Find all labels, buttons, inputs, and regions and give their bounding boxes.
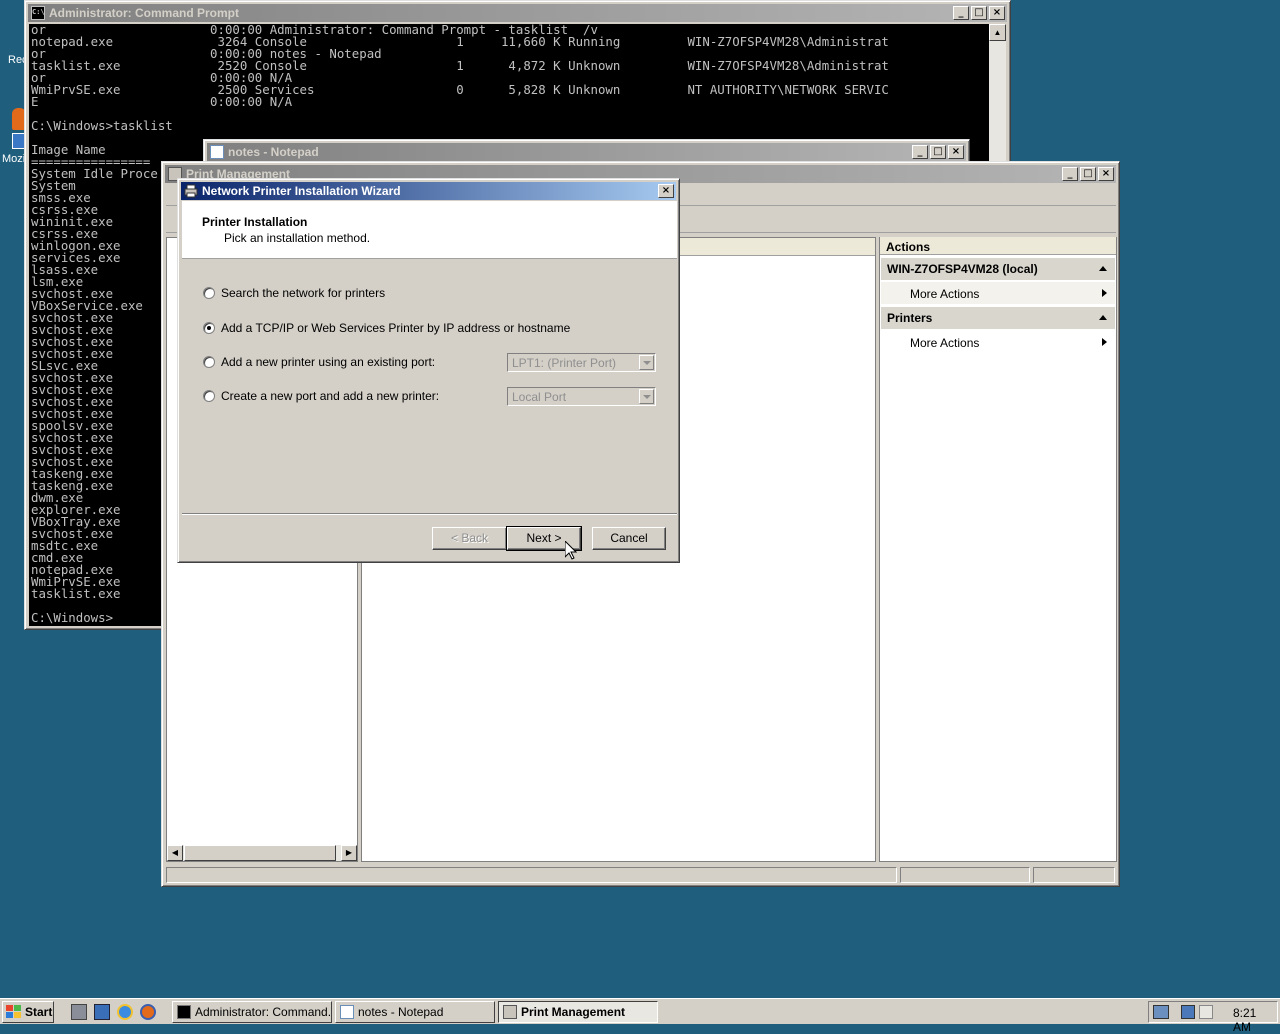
wizard-header: Printer Installation Pick an installatio…: [182, 201, 677, 259]
action-item-label: More Actions: [910, 287, 980, 301]
close-button[interactable]: ×: [1098, 167, 1114, 181]
notepad-title: notes - Notepad: [228, 145, 319, 159]
option-label: Add a new printer using an existing port…: [221, 355, 436, 369]
collapse-icon[interactable]: [1099, 266, 1107, 271]
scroll-left-button[interactable]: ◀: [167, 845, 183, 861]
cmd-titlebar[interactable]: C:\ Administrator: Command Prompt _ □ ×: [28, 4, 1007, 22]
mouse-cursor-icon: [565, 541, 577, 560]
windows-logo-icon: [6, 1005, 21, 1018]
chevron-down-icon[interactable]: [639, 389, 654, 404]
task-label: Print Management: [521, 1005, 626, 1019]
button-separator: [182, 513, 677, 515]
console-line: tasklist.exe: [31, 586, 121, 601]
network-connection-icon[interactable]: [1181, 1005, 1195, 1019]
printer-wizard-dialog[interactable]: Network Printer Installation Wizard × Pr…: [177, 178, 680, 563]
tree-hscrollbar[interactable]: ◀ ▶: [167, 845, 357, 861]
task-print-management[interactable]: Print Management: [498, 1001, 658, 1023]
console-line: E 0:00:00 N/A: [31, 94, 293, 109]
status-segment: [900, 867, 1030, 883]
system-tray: 8:21 AM: [1148, 1001, 1278, 1034]
maximize-button[interactable]: □: [930, 145, 946, 159]
wizard-heading: Printer Installation: [202, 215, 308, 229]
radio-button[interactable]: [203, 287, 215, 299]
option-search-network[interactable]: Search the network for printers: [203, 286, 385, 300]
wizard-title: Network Printer Installation Wizard: [202, 184, 401, 198]
action-more-actions-printers[interactable]: More Actions: [881, 331, 1115, 353]
clock[interactable]: 8:21 AM: [1233, 1006, 1277, 1034]
back-button[interactable]: < Back: [432, 527, 507, 550]
actions-header: Actions: [880, 237, 1116, 255]
action-more-actions-server[interactable]: More Actions: [881, 282, 1115, 304]
radio-button[interactable]: [203, 390, 215, 402]
select-value: Local Port: [512, 390, 567, 404]
submenu-arrow-icon: [1102, 338, 1107, 346]
network-icon[interactable]: [1153, 1005, 1169, 1019]
internet-explorer-icon[interactable]: [117, 1004, 133, 1020]
maximize-button[interactable]: □: [971, 6, 987, 20]
show-desktop-icon[interactable]: [94, 1004, 110, 1020]
action-section-label: WIN-Z7OFSP4VM28 (local): [887, 262, 1038, 276]
status-bar: [164, 865, 1117, 884]
action-section-printers[interactable]: Printers: [881, 307, 1115, 329]
close-button[interactable]: ×: [658, 184, 674, 198]
option-label: Add a TCP/IP or Web Services Printer by …: [221, 321, 571, 335]
notepad-titlebar[interactable]: notes - Notepad _ □ ×: [207, 143, 966, 161]
radio-button[interactable]: [203, 356, 215, 368]
option-existing-port[interactable]: Add a new printer using an existing port…: [203, 355, 435, 369]
cmd-title: Administrator: Command Prompt: [49, 6, 240, 20]
option-label: Search the network for printers: [221, 286, 386, 300]
wizard-subheading: Pick an installation method.: [224, 231, 371, 245]
minimize-button[interactable]: _: [912, 145, 928, 159]
start-label: Start: [25, 1005, 53, 1019]
collapse-icon[interactable]: [1099, 315, 1107, 320]
taskbar[interactable]: Start Administrator: Command... notes - …: [0, 998, 1280, 1034]
new-port-select[interactable]: Local Port: [507, 387, 656, 406]
task-label: notes - Notepad: [358, 1005, 444, 1019]
task-command-prompt[interactable]: Administrator: Command...: [172, 1001, 332, 1023]
minimize-button[interactable]: _: [953, 6, 969, 20]
maximize-button[interactable]: □: [1080, 167, 1096, 181]
status-segment: [1033, 867, 1115, 883]
printer-icon: [184, 184, 198, 198]
radio-button-selected[interactable]: [203, 322, 215, 334]
scroll-right-button[interactable]: ▶: [341, 845, 357, 861]
firefox-icon[interactable]: [140, 1004, 156, 1020]
scroll-up-button[interactable]: ▲: [989, 24, 1006, 41]
chevron-down-icon[interactable]: [639, 355, 654, 370]
task-label: Administrator: Command...: [195, 1005, 332, 1019]
task-notepad[interactable]: notes - Notepad: [335, 1001, 495, 1023]
server-manager-icon[interactable]: [71, 1004, 87, 1020]
notepad-icon: [340, 1005, 354, 1019]
wizard-titlebar[interactable]: Network Printer Installation Wizard ×: [181, 182, 676, 200]
close-button[interactable]: ×: [989, 6, 1005, 20]
action-section-label: Printers: [887, 311, 933, 325]
minimize-button[interactable]: _: [1062, 167, 1078, 181]
existing-port-select[interactable]: LPT1: (Printer Port): [507, 353, 656, 372]
select-value: LPT1: (Printer Port): [512, 356, 617, 370]
cancel-button[interactable]: Cancel: [592, 527, 666, 550]
action-section-server[interactable]: WIN-Z7OFSP4VM28 (local): [881, 258, 1115, 280]
option-label: Create a new port and add a new printer:: [221, 389, 440, 403]
console-line: C:\Windows>tasklist: [31, 118, 173, 133]
printer-icon: [503, 1005, 517, 1019]
start-button[interactable]: Start: [2, 1001, 54, 1023]
scroll-thumb[interactable]: [184, 845, 336, 861]
volume-icon[interactable]: [1199, 1005, 1213, 1019]
cmd-icon: C:\: [31, 6, 45, 20]
submenu-arrow-icon: [1102, 289, 1107, 297]
cmd-icon: [177, 1005, 191, 1019]
desktop-label-mozilla[interactable]: Mozi: [2, 153, 25, 165]
status-segment: [166, 867, 897, 883]
action-item-label: More Actions: [910, 336, 980, 350]
close-button[interactable]: ×: [948, 145, 964, 159]
console-line: C:\Windows>: [31, 610, 114, 625]
notepad-icon: [210, 145, 224, 159]
option-tcpip[interactable]: Add a TCP/IP or Web Services Printer by …: [203, 321, 570, 335]
option-new-port[interactable]: Create a new port and add a new printer:: [203, 389, 439, 403]
